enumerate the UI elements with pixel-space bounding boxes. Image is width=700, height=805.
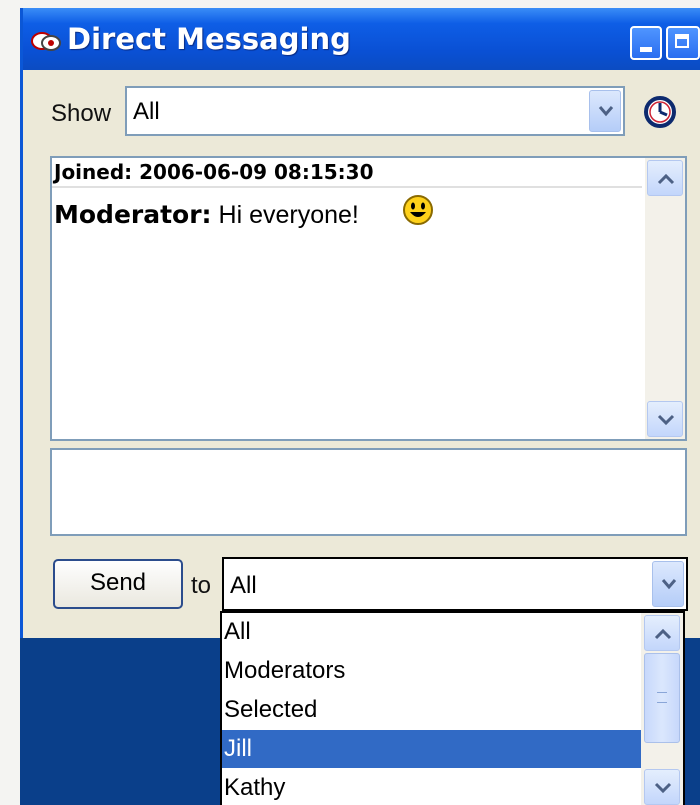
window-title: Direct Messaging bbox=[67, 22, 351, 56]
recipient-value: All bbox=[230, 572, 257, 599]
chevron-down-icon bbox=[598, 106, 614, 117]
chat-history[interactable]: Joined: 2006-06-09 08:15:30 Moderator: H… bbox=[50, 156, 687, 441]
recipient-dropdown-list[interactable]: All Moderators Selected Jill Kathy bbox=[220, 611, 685, 805]
message-sender: Moderator: bbox=[54, 200, 212, 229]
chat-message: Moderator: Hi everyone! bbox=[54, 195, 433, 230]
desktop-top-strip bbox=[0, 0, 700, 8]
smiley-icon bbox=[403, 195, 433, 225]
message-input[interactable] bbox=[50, 448, 687, 536]
clock-icon[interactable] bbox=[643, 95, 677, 129]
dropdown-option-jill[interactable]: Jill bbox=[222, 730, 642, 768]
recipient-dropdown-button[interactable] bbox=[652, 561, 684, 607]
dropdown-scroll-up-button[interactable] bbox=[644, 615, 680, 651]
dropdown-scroll-thumb[interactable] bbox=[644, 653, 680, 743]
direct-messaging-window: Direct Messaging Show All Joined: 2006-0… bbox=[20, 8, 700, 638]
message-text: Hi everyone! bbox=[218, 201, 359, 229]
maximize-button[interactable] bbox=[666, 26, 700, 60]
chevron-up-icon bbox=[657, 173, 675, 185]
scroll-up-button[interactable] bbox=[647, 160, 683, 196]
dropdown-option-kathy[interactable]: Kathy bbox=[222, 769, 642, 805]
chevron-down-icon bbox=[654, 782, 672, 794]
send-button[interactable]: Send bbox=[53, 559, 183, 609]
dropdown-option-moderators[interactable]: Moderators bbox=[222, 652, 642, 690]
dropdown-option-selected[interactable]: Selected bbox=[222, 691, 642, 729]
chevron-down-icon bbox=[657, 414, 675, 426]
recipient-select[interactable]: All bbox=[222, 557, 688, 611]
desktop-left-strip bbox=[0, 0, 20, 805]
joined-timestamp: Joined: 2006-06-09 08:15:30 bbox=[52, 158, 642, 188]
chevron-down-icon bbox=[661, 579, 677, 590]
to-label: to bbox=[191, 572, 212, 599]
dropdown-scrollbar[interactable] bbox=[641, 613, 683, 805]
show-filter-value: All bbox=[133, 98, 160, 125]
dropdown-scroll-down-button[interactable] bbox=[644, 769, 680, 805]
chat-scrollbar[interactable] bbox=[645, 158, 685, 439]
chat-bubble-icon bbox=[31, 32, 61, 51]
scroll-down-button[interactable] bbox=[647, 401, 683, 437]
dropdown-option-all[interactable]: All bbox=[222, 613, 642, 651]
show-filter-select[interactable]: All bbox=[125, 86, 625, 136]
show-filter-dropdown-button[interactable] bbox=[589, 90, 621, 132]
chevron-up-icon bbox=[654, 628, 672, 640]
title-bar[interactable]: Direct Messaging bbox=[23, 8, 700, 70]
minimize-button[interactable] bbox=[630, 26, 662, 60]
show-label: Show bbox=[51, 100, 112, 127]
